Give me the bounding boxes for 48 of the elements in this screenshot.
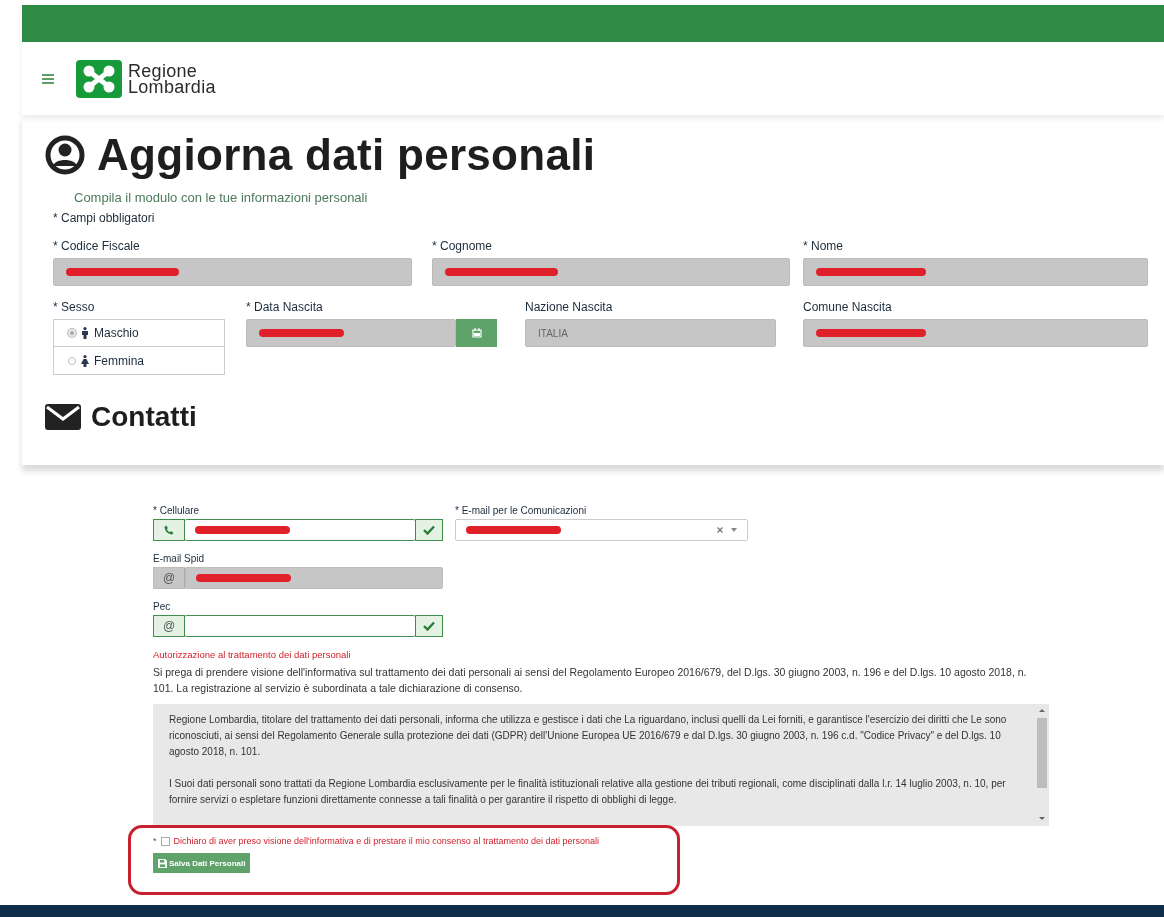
field-label: * Cellulare <box>153 505 200 516</box>
envelope-icon <box>45 404 81 430</box>
caret-icon[interactable] <box>731 528 737 532</box>
check-icon <box>423 525 435 535</box>
page-title: Aggiorna dati personali <box>97 130 596 180</box>
policy-text-area[interactable] <box>153 704 1049 826</box>
consent-label: Dichiaro di aver preso visione dell'informativa e di prestare il mio consenso al trattamento dei dati personali <box>173 836 599 846</box>
required-mark: * <box>153 836 157 846</box>
section-title: Contatti <box>91 401 197 433</box>
field-label: * Sesso <box>53 300 95 314</box>
clear-icon[interactable] <box>717 527 723 533</box>
floppy-icon <box>158 858 167 868</box>
logo-icon <box>76 59 122 98</box>
field-label: * Data Nascita <box>246 300 323 314</box>
user-icon <box>45 135 85 175</box>
logo-text: Regione <box>128 62 198 79</box>
field-label: * E-mail per le Comunicazioni <box>455 505 587 516</box>
radio-label: Maschio <box>94 326 139 340</box>
page-subtitle: Compila il modulo con le tue informazioni personali <box>74 190 368 205</box>
radio-label: Femmina <box>94 353 144 368</box>
input-field[interactable] <box>185 615 415 637</box>
calendar-icon <box>471 328 482 338</box>
menu-icon[interactable] <box>42 73 54 84</box>
radio-option[interactable]: Femmina <box>53 347 225 375</box>
field-label: Comune Nascita <box>803 300 892 314</box>
at-sign-addon: @ <box>153 567 185 589</box>
field-label: E-mail Spid <box>153 553 205 564</box>
male-figure-icon <box>81 327 89 339</box>
required-note: * Campi obbligatori <box>53 211 155 225</box>
at-sign-addon: @ <box>153 615 185 637</box>
field-label: Pec <box>153 601 171 612</box>
policy-paragraph: Regione Lombardia, titolare del trattamento dei dati personali, informa che utilizza e gestisce i dati che La riguardano, inclusi quelli da Lei forniti, e garantisce l'esercizio dei diritti che Le sono riconosciuti, ai sensi del Regolamento Generale sulla protezione dei dati (GDPR) dell'Unione Europea UE 2016/679 e dal D.lgs. 30 giugno 2003, n. 196 c.d. "Codice Privacy" e del D.lgs. 10 agosto 2018, n. 101. <box>169 713 1008 759</box>
radio-button[interactable] <box>68 356 76 365</box>
input-field[interactable] <box>185 519 415 541</box>
female-figure-icon <box>81 354 89 367</box>
check-icon <box>423 621 435 631</box>
section-heading: Autorizzazione al trattamento dei dati personali <box>153 649 351 660</box>
consent-intro: Si prega di prendere visione dell'informativa sul trattamento dei dati personali ai sensi del Regolamento Europeo 2016/679, del D.lgs. 30 giugno 2003, n. 196 e del D.lgs. 10 agosto 2018, n. 101. La registrazione al servizio è subordinata a tale dichiarazione di consenso. <box>153 665 1028 696</box>
phone-icon <box>164 525 174 535</box>
calendar-button[interactable] <box>456 319 497 347</box>
policy-paragraph: I Suoi dati personali sono trattati da Regione Lombardia esclusivamente per le finalità istituzionali relative alla gestione dei tributi regionali, come disciplinati dalla l.r. 14 luglio 2003, n. 10, per fornire servizi o espletare funzioni direttamente connesse a tali finalità o per garantire il rispetto di obblighi di legge. <box>169 777 1007 807</box>
radio-option[interactable]: Maschio <box>53 319 225 347</box>
field-label: * Nome <box>803 239 843 253</box>
consent-checkbox[interactable] <box>160 836 170 846</box>
field-label: Nazione Nascita <box>525 300 613 314</box>
field-label: * Codice Fiscale <box>53 239 140 253</box>
select-field[interactable] <box>455 519 748 541</box>
field-label: * Cognome <box>432 239 493 253</box>
